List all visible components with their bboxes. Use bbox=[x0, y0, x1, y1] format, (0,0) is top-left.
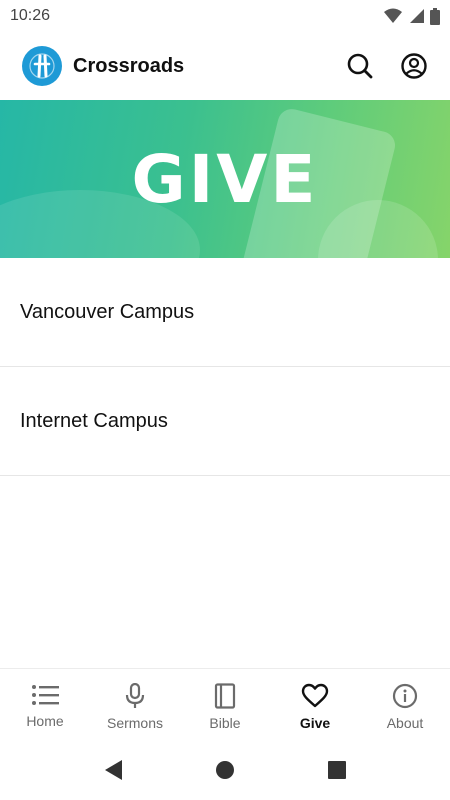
campus-label: Vancouver Campus bbox=[20, 300, 195, 323]
nav-label-about: About bbox=[386, 715, 424, 731]
app-title: Crossroads bbox=[73, 54, 185, 77]
bottom-navigation: Home Sermons Bible Give About bbox=[0, 668, 450, 740]
nav-label-bible: Bible bbox=[209, 715, 241, 731]
account-button[interactable] bbox=[396, 48, 432, 84]
info-icon bbox=[392, 683, 418, 709]
nav-item-sermons[interactable]: Sermons bbox=[90, 669, 180, 740]
status-icons bbox=[384, 7, 440, 25]
nav-item-about[interactable]: About bbox=[360, 669, 450, 740]
campus-list: Vancouver Campus Internet Campus bbox=[0, 258, 450, 476]
status-bar: 10:26 bbox=[0, 0, 450, 32]
campus-label: Internet Campus bbox=[20, 409, 168, 432]
wifi-icon bbox=[384, 8, 402, 23]
status-time: 10:26 bbox=[10, 7, 51, 24]
campus-item-vancouver[interactable]: Vancouver Campus bbox=[0, 258, 450, 367]
campus-item-internet[interactable]: Internet Campus bbox=[0, 367, 450, 476]
give-banner: GIVE bbox=[0, 100, 450, 258]
search-icon bbox=[347, 53, 373, 79]
home-icon[interactable] bbox=[215, 760, 235, 780]
heart-icon bbox=[301, 683, 329, 708]
nav-item-home[interactable]: Home bbox=[0, 669, 90, 740]
microphone-icon bbox=[125, 683, 145, 708]
banner-title: GIVE bbox=[131, 140, 319, 218]
app-bar: Crossroads bbox=[0, 32, 450, 100]
system-navigation-bar bbox=[0, 740, 450, 800]
crossroads-logo bbox=[22, 46, 62, 86]
account-icon bbox=[401, 53, 427, 79]
nav-label-sermons: Sermons bbox=[106, 715, 164, 731]
book-icon bbox=[214, 683, 236, 709]
nav-label-give: Give bbox=[299, 715, 331, 731]
nav-item-give[interactable]: Give bbox=[270, 669, 360, 740]
nav-label-home: Home bbox=[26, 713, 64, 729]
battery-icon bbox=[430, 7, 440, 25]
back-icon[interactable] bbox=[103, 759, 123, 781]
search-button[interactable] bbox=[342, 48, 378, 84]
signal-icon bbox=[410, 9, 424, 23]
crossroads-logo-mark bbox=[29, 53, 55, 79]
list-icon bbox=[32, 685, 59, 705]
recents-icon[interactable] bbox=[327, 760, 347, 780]
nav-item-bible[interactable]: Bible bbox=[180, 669, 270, 740]
